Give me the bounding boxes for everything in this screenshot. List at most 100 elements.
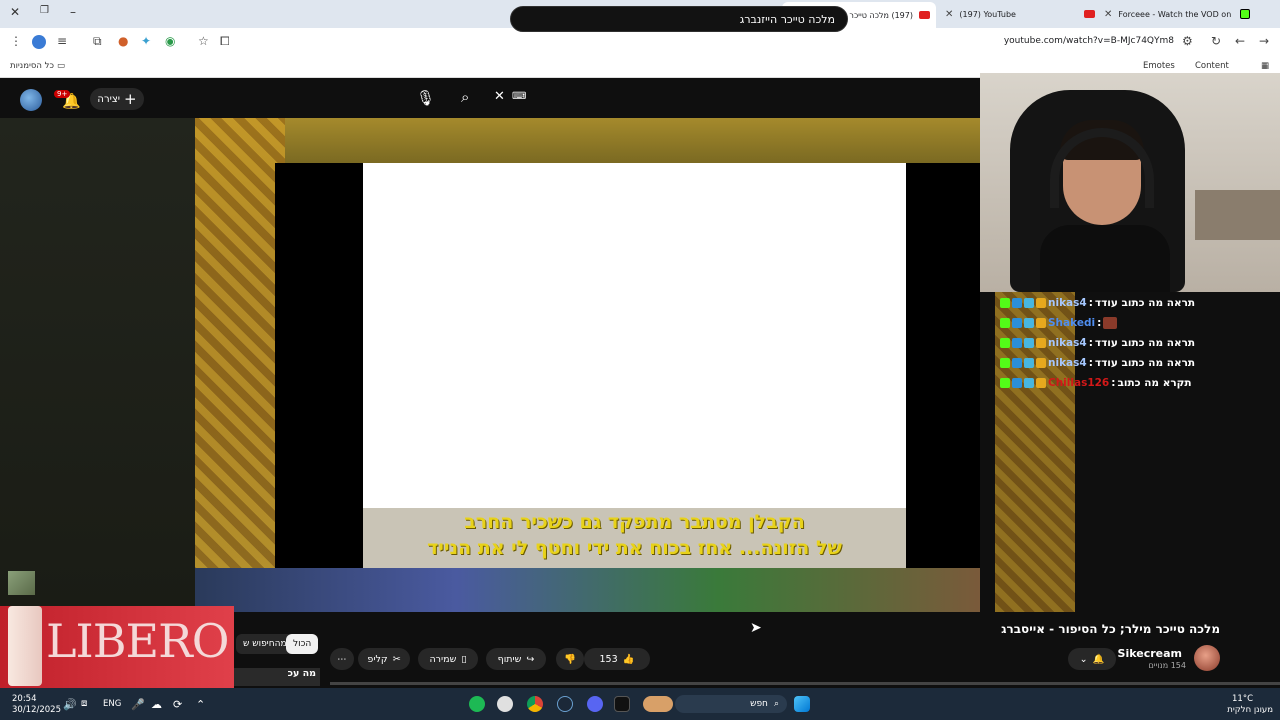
like-count: 153 xyxy=(599,653,618,665)
chip-all[interactable]: הכול xyxy=(286,634,319,654)
restore-window-icon[interactable]: ❐ xyxy=(40,5,49,16)
close-window-icon[interactable]: ✕ xyxy=(10,5,20,19)
chat-badge-icon xyxy=(1024,298,1034,308)
address-bar-url[interactable]: youtube.com/watch?v=B-MJc74QYm8 xyxy=(960,36,1174,46)
chat-badge-icon xyxy=(1012,338,1022,348)
chat-separator: : xyxy=(1088,337,1093,349)
bookmark-icon: ▯ xyxy=(461,653,467,665)
youtube-icon xyxy=(919,11,930,19)
volume-icon[interactable]: 🔊 xyxy=(63,698,77,711)
grid-icon[interactable]: ▦ xyxy=(1261,61,1269,71)
related-video-thumbnail[interactable] xyxy=(8,571,35,595)
tab-kick-vod[interactable]: ✕ Forceee - Watch the VOD on Ki xyxy=(1104,4,1250,24)
chat-username: nikas4 xyxy=(1048,297,1087,309)
chat-text: תראה מה כתוב עודד xyxy=(1094,357,1196,369)
save-label: שמירה xyxy=(429,653,457,665)
install-app-icon[interactable]: ⧠ xyxy=(220,34,230,49)
all-bookmarks-link[interactable]: כל הסימניות xyxy=(10,61,54,71)
forward-icon[interactable]: → xyxy=(1259,34,1269,48)
chat-separator: : xyxy=(1111,377,1116,389)
subscriber-count: 154 מנויים xyxy=(1148,661,1186,670)
channel-avatar[interactable] xyxy=(1194,645,1220,671)
reload-icon[interactable]: ↻ xyxy=(1211,34,1221,48)
emotes-bookmark[interactable]: Emotes xyxy=(1143,61,1175,71)
video-background-pattern xyxy=(195,118,285,612)
clear-search-icon[interactable]: ✕ xyxy=(494,89,505,104)
tab-title: Forceee - Watch the VOD on Ki xyxy=(1118,9,1234,19)
chat-badge-icon xyxy=(1036,318,1046,328)
weather-description[interactable]: מעונן חלקית xyxy=(1203,705,1273,715)
subtitle-line-2: של הזונה... אחז בכוח את ידי וחטף לי את ה… xyxy=(427,537,842,559)
avatar[interactable] xyxy=(20,89,42,111)
channel-name[interactable]: Sikecream xyxy=(1100,647,1182,660)
language-indicator[interactable]: ENG xyxy=(103,699,121,709)
network-icon[interactable]: ⧈ xyxy=(81,698,87,709)
cloud-offline-icon[interactable]: ☁ xyxy=(151,698,162,711)
microphone-icon[interactable]: 🎙 xyxy=(416,89,435,107)
extension-icon[interactable]: ◉ xyxy=(165,34,175,48)
windows-start-icon[interactable] xyxy=(794,696,810,712)
clip-button[interactable]: קליפ ✂ xyxy=(358,648,410,670)
chat-badge-icon xyxy=(1024,358,1034,368)
video-background-bottom xyxy=(195,568,980,612)
reading-list-icon[interactable]: ≡ xyxy=(57,34,67,48)
site-settings-icon[interactable]: ⚙ xyxy=(1182,34,1193,48)
create-button[interactable]: יצירה + xyxy=(90,88,144,110)
video-player[interactable]: הקבלן מסתבר מתפקד גם כשכיר החרב של הזונה… xyxy=(0,118,980,612)
chat-message: nikas4 : תראה מה כתוב עודד xyxy=(1000,334,1195,352)
tab-youtube-home[interactable]: ✕ (197) YouTube xyxy=(945,4,1095,24)
weather-temperature[interactable]: 11°C xyxy=(1232,694,1253,704)
keyboard-icon[interactable]: ⌨ xyxy=(512,91,526,102)
chevron-down-icon: ⌄ xyxy=(1079,653,1088,665)
app-icon[interactable] xyxy=(497,696,513,712)
chat-badge-icon xyxy=(1012,298,1022,308)
share-button[interactable]: שיתוף ↪ xyxy=(486,648,546,670)
chat-badge-icon xyxy=(1036,358,1046,368)
search-input[interactable]: מלכה טייכר הייזנברג xyxy=(510,6,848,32)
terminal-icon[interactable] xyxy=(614,696,630,712)
dislike-button[interactable]: 👎 xyxy=(556,648,584,670)
chat-separator: : xyxy=(1097,317,1102,329)
discord-icon[interactable] xyxy=(587,696,603,712)
profile-icon[interactable] xyxy=(32,35,46,49)
content-bookmark[interactable]: Content xyxy=(1195,61,1229,71)
chat-badge-icon xyxy=(1000,298,1010,308)
player-letterbox xyxy=(0,118,195,612)
spotify-icon[interactable] xyxy=(469,696,485,712)
steam-icon[interactable] xyxy=(557,696,573,712)
related-video-title[interactable]: מה עכ xyxy=(234,668,320,686)
chip-from-search[interactable]: מהחיפוש ש xyxy=(236,634,294,654)
chat-text: תראה מה כתוב עודד xyxy=(1094,297,1196,309)
search-icon[interactable]: ⌕ xyxy=(461,88,469,106)
chat-badge-icon xyxy=(1024,338,1034,348)
like-button[interactable]: 153 👍 xyxy=(584,648,650,670)
more-actions-button[interactable]: ⋯ xyxy=(330,648,354,670)
bookmark-star-icon[interactable]: ☆ xyxy=(198,34,209,48)
search-highlight-icon[interactable] xyxy=(643,696,673,712)
youtube-icon xyxy=(1084,10,1095,18)
save-button[interactable]: שמירה ▯ xyxy=(418,648,478,670)
chat-badge-icon xyxy=(1012,358,1022,368)
chat-username: nikas4 xyxy=(1048,357,1087,369)
extension-icon[interactable]: ● xyxy=(118,34,128,48)
progress-track[interactable] xyxy=(330,682,1280,685)
taskbar-search-input[interactable]: חפש ⌕ xyxy=(675,695,787,713)
close-tab-icon[interactable]: ✕ xyxy=(1104,9,1112,20)
menu-dots-icon[interactable]: ⋮ xyxy=(10,34,22,48)
extensions-icon[interactable]: ⧉ xyxy=(93,34,102,49)
clock-date[interactable]: 30/12/2025 xyxy=(12,705,61,715)
browser-toolbar: ⋮ ≡ ⧉ ● ✦ ◉ ☆ ⧠ youtube.com/watch?v=B-MJ… xyxy=(0,28,1280,56)
back-icon[interactable]: ← xyxy=(1235,34,1245,48)
close-tab-icon[interactable]: ✕ xyxy=(945,9,953,20)
clock-time[interactable]: 20:54 xyxy=(12,694,37,704)
minimize-window-icon[interactable]: – xyxy=(70,5,76,19)
sync-icon[interactable]: ⟳ xyxy=(173,698,182,711)
microphone-tray-icon[interactable]: 🎤 xyxy=(131,698,145,711)
thumbs-down-icon: 👎 xyxy=(564,653,576,665)
extension-icon[interactable]: ✦ xyxy=(141,34,151,48)
chat-badge-icon xyxy=(1000,338,1010,348)
tray-overflow-chevron-icon[interactable]: ⌃ xyxy=(196,698,205,711)
share-label: שיתוף xyxy=(497,653,522,665)
chrome-icon[interactable] xyxy=(527,696,543,712)
more-dots-icon: ⋯ xyxy=(337,653,347,665)
